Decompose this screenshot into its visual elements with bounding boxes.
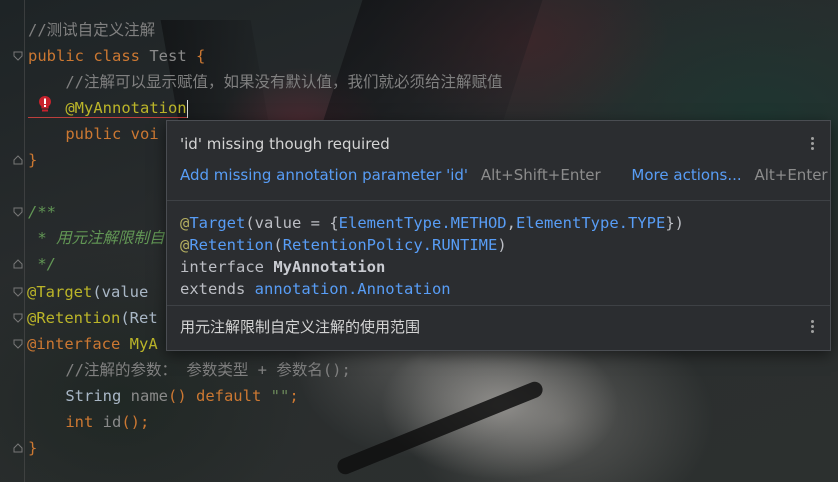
keyword: extends <box>180 280 255 298</box>
code-line[interactable]: } <box>28 435 37 461</box>
code-line[interactable]: @interface MyA <box>27 331 158 357</box>
code-text: (value = { <box>245 214 339 232</box>
annotation-name: MyAnnotation <box>273 258 386 276</box>
code-text: , <box>506 214 516 232</box>
code-text: }) <box>665 214 684 232</box>
code-line[interactable]: String name() default ""; <box>28 383 299 409</box>
annotation-usage[interactable]: @MyAnnotation <box>28 99 187 118</box>
comment: //注解的参数： 参数类型 + 参数名(); <box>28 361 351 379</box>
code-line[interactable]: /** <box>28 199 56 225</box>
code-line[interactable]: //注解可以显示赋值，如果没有默认值，我们就必须给注解赋值 <box>28 69 503 95</box>
doc-comment: * 用元注解限制自 <box>28 229 165 247</box>
divider <box>167 305 830 306</box>
doc-comment: /** <box>28 203 56 221</box>
code-text: (Ret <box>120 309 158 327</box>
code-line[interactable]: @Retention(Ret <box>27 305 158 331</box>
at-sign: @ <box>180 236 190 254</box>
doc-comment: */ <box>28 255 56 273</box>
class-name: Test <box>149 47 187 65</box>
code-line[interactable]: * 用元注解限制自 <box>28 225 165 251</box>
more-actions-shortcut: Alt+Enter <box>754 166 828 184</box>
keyword: public class <box>28 47 150 65</box>
target-link[interactable]: Target <box>189 214 245 232</box>
fold-icon[interactable] <box>13 339 23 349</box>
quick-fix-row: Add missing annotation parameter 'id' Al… <box>180 166 828 184</box>
comment: //测试自定义注解 <box>28 21 156 39</box>
method-name: name <box>130 387 168 405</box>
declaration-preview: @Target(value = {ElementType.METHOD,Elem… <box>180 212 684 300</box>
at-sign: @ <box>180 214 190 232</box>
code-text: (value <box>92 283 149 301</box>
code-line[interactable]: //注解的参数： 参数类型 + 参数名(); <box>28 357 351 383</box>
error-message: 'id' missing though required <box>180 135 390 153</box>
keyword: default <box>195 387 271 405</box>
error-tooltip-popup: 'id' missing though required Add missing… <box>166 120 831 351</box>
annotation: @Target <box>27 283 93 301</box>
text-caret <box>186 99 188 118</box>
more-options-icon[interactable] <box>804 135 820 153</box>
javadoc-text: 用元注解限制自定义注解的使用范围 <box>180 318 421 336</box>
code-line[interactable]: @MyAnnotation <box>28 95 188 121</box>
code-line[interactable]: //测试自定义注解 <box>28 17 155 43</box>
fold-icon[interactable] <box>13 155 23 165</box>
string-literal: "" <box>270 387 290 405</box>
divider <box>167 200 830 201</box>
parens: () <box>167 387 196 405</box>
parens: (); <box>121 413 150 431</box>
fold-icon[interactable] <box>13 313 23 323</box>
retention-link[interactable]: Retention <box>189 236 273 254</box>
code-line[interactable]: int id(); <box>28 409 149 435</box>
annotation-type-link[interactable]: annotation.Annotation <box>255 280 451 298</box>
comment: //注解可以显示赋值，如果没有默认值，我们就必须给注解赋值 <box>28 73 503 91</box>
fold-icon[interactable] <box>13 259 23 269</box>
fold-icon[interactable] <box>13 51 23 61</box>
keyword: public voi <box>28 125 159 143</box>
retention-policy-link[interactable]: RetentionPolicy.RUNTIME <box>283 236 498 254</box>
type-name: int <box>28 413 103 431</box>
fold-icon[interactable] <box>13 207 23 217</box>
keyword: interface <box>180 258 274 276</box>
annotation-name: MyA <box>129 335 158 353</box>
code-line[interactable]: public class Test { <box>28 43 205 69</box>
brace: { <box>186 47 206 65</box>
code-text: ( <box>273 236 283 254</box>
type-name: String <box>28 387 131 405</box>
add-missing-parameter-link[interactable]: Add missing annotation parameter 'id' <box>180 166 468 184</box>
fix-shortcut: Alt+Shift+Enter <box>480 166 601 184</box>
keyword: @interface <box>27 335 130 353</box>
code-line[interactable]: @Target(value <box>27 279 148 305</box>
code-line[interactable]: } <box>28 147 37 173</box>
more-options-icon[interactable] <box>804 318 820 336</box>
fold-icon[interactable] <box>13 287 23 297</box>
more-actions-link[interactable]: More actions... <box>631 166 741 184</box>
semicolon: ; <box>289 387 299 405</box>
code-line[interactable]: public voi <box>28 121 159 147</box>
method-name: id <box>102 413 122 431</box>
element-type-type-link[interactable]: ElementType.TYPE <box>516 214 665 232</box>
element-type-method-link[interactable]: ElementType.METHOD <box>339 214 507 232</box>
brace: } <box>28 439 38 457</box>
code-line[interactable]: */ <box>28 251 56 277</box>
code-text: ) <box>497 236 507 254</box>
annotation: @Retention <box>27 309 121 327</box>
gutter-divider <box>24 0 25 482</box>
fold-icon[interactable] <box>13 443 23 453</box>
brace: } <box>28 151 38 169</box>
